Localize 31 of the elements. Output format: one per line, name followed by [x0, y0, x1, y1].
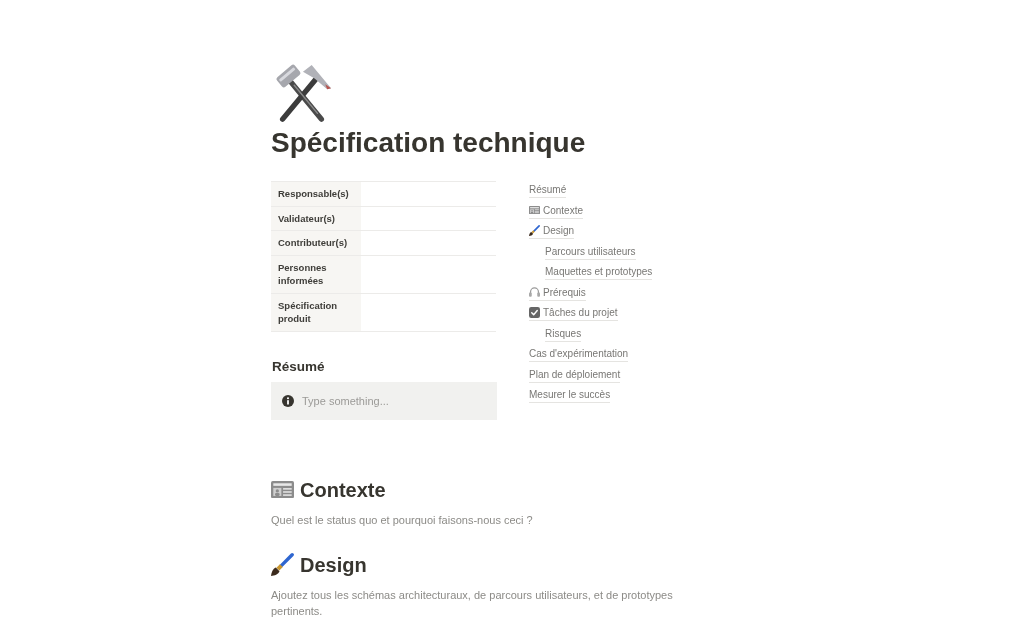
toc-link[interactable]: Mesurer le succès [529, 388, 611, 403]
paintbrush-icon [529, 225, 540, 236]
callout-field[interactable]: Type something... [271, 381, 497, 420]
page-title: Spécification technique [271, 126, 587, 160]
toc-link[interactable]: Cas d'expérimentation [529, 347, 629, 362]
toc-link[interactable]: Design [529, 224, 575, 239]
tick-box-icon [529, 307, 540, 318]
toc-link[interactable]: Plan de déploiement [529, 367, 621, 383]
property-label: Spécification produit [271, 293, 361, 331]
section-heading: Design [300, 552, 367, 578]
headphones-icon [529, 287, 540, 297]
toc-link[interactable]: Prérequis [529, 285, 586, 301]
newspaper-icon [529, 205, 540, 215]
property-label: Contributeur(s) [271, 231, 361, 255]
section-heading: Contexte [300, 477, 386, 503]
toc-link[interactable]: Résumé [529, 183, 567, 198]
section-text: Quel est le status quo et pourquoi faisons-nous ceci ? [271, 512, 534, 528]
section-text: Ajoutez tous les schémas architecturaux, de parcours utilisateurs, et de prototypes pertinents. [271, 587, 674, 619]
toc-link[interactable]: Maquettes et prototypes [545, 265, 653, 280]
property-label: Personnes informées [271, 255, 361, 293]
toc-link[interactable]: Tâches du projet [529, 306, 618, 321]
paintbrush-icon [271, 553, 294, 576]
info-icon [282, 394, 294, 407]
text-input[interactable]: Type something... [302, 392, 487, 409]
toc-link[interactable]: Risques [545, 326, 582, 342]
property-label: Responsable(s) [271, 182, 361, 206]
toc-link[interactable]: Contexte [529, 203, 584, 219]
summary-heading: Résumé [272, 358, 326, 375]
property-label: Validateur(s) [271, 206, 361, 230]
newspaper-icon [271, 480, 294, 499]
toc-link[interactable]: Parcours utilisateurs [545, 244, 636, 260]
